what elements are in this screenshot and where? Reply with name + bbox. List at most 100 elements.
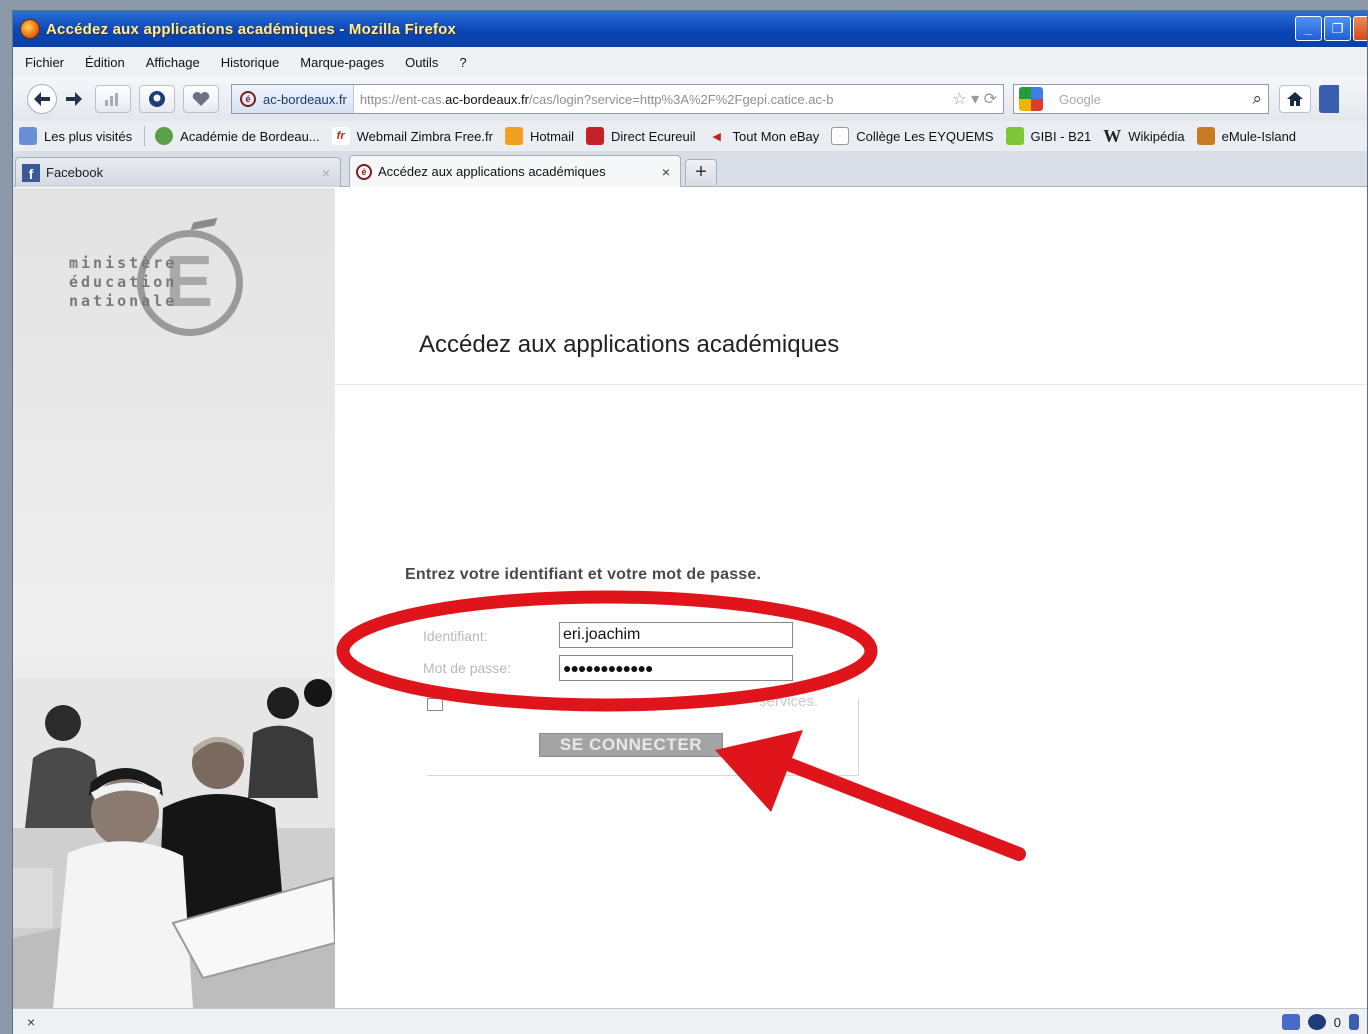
new-tab-button[interactable]: +	[685, 159, 717, 185]
tab-label: Facebook	[46, 165, 104, 180]
window-title: Accédez aux applications académiques - M…	[46, 20, 457, 38]
forward-arrow-icon	[66, 92, 82, 106]
academie-icon	[155, 127, 174, 145]
bookmark-star-icon[interactable]: ☆ ▾ ⟳	[952, 89, 997, 109]
eye-status-icon[interactable]	[1307, 1014, 1326, 1030]
username-input[interactable]: eri.joachim	[559, 622, 793, 648]
bookmark-emule[interactable]: eMule-Island	[1196, 127, 1297, 145]
close-tab-icon[interactable]: ×	[662, 164, 670, 180]
browser-window: Accédez aux applications académiques - M…	[12, 10, 1368, 1034]
logo-line: nationale	[69, 292, 178, 310]
menu-fichier[interactable]: Fichier	[25, 55, 64, 70]
free-icon: fr	[331, 127, 350, 145]
ebay-icon: ◀	[712, 130, 721, 143]
bookmark-zimbra[interactable]: fr Webmail Zimbra Free.fr	[331, 127, 493, 145]
window-controls: _ ❐	[1295, 16, 1367, 41]
site-identity-label: ac-bordeaux.fr	[263, 91, 347, 107]
heart-addon-button[interactable]	[183, 85, 219, 113]
login-form: Entrez votre identifiant et votre mot de…	[405, 566, 865, 782]
page-content: E ministère éducation nationale Accédez …	[13, 188, 1367, 1008]
bookmark-hotmail[interactable]: Hotmail	[504, 127, 575, 145]
bookmark-wikipedia[interactable]: W Wikipédia	[1103, 125, 1185, 146]
bookmark-label: Webmail Zimbra Free.fr	[356, 128, 493, 144]
page-title: Accédez aux applications académiques	[419, 331, 840, 358]
stats-button[interactable]	[95, 85, 131, 113]
maximize-button[interactable]: ❐	[1324, 16, 1351, 41]
google-icon[interactable]	[1019, 87, 1043, 111]
warn-checkbox[interactable]	[427, 698, 443, 711]
tab-academie[interactable]: é Accédez aux applications académiques ×	[349, 155, 681, 187]
menu-historique[interactable]: Historique	[221, 55, 280, 70]
tab-bar: f Facebook × é Accédez aux applications …	[13, 151, 1367, 187]
status-close-icon[interactable]: ×	[27, 1014, 35, 1030]
eye-icon	[149, 91, 165, 107]
search-icon[interactable]: ⌕	[1252, 89, 1262, 109]
logo-text: ministère éducation nationale	[69, 254, 177, 311]
minimize-button[interactable]: _	[1295, 16, 1322, 41]
tab-facebook[interactable]: f Facebook ×	[15, 157, 341, 187]
menu-help[interactable]: ?	[459, 55, 466, 70]
extension-status-icon[interactable]	[1349, 1014, 1359, 1030]
bookmark-label: Hotmail	[529, 128, 575, 144]
bookmark-label: Collège Les EYQUEMS	[856, 128, 994, 144]
search-box[interactable]: Google ⌕	[1013, 84, 1269, 114]
chat-icon[interactable]	[1281, 1014, 1300, 1030]
site-identity-icon: é	[240, 91, 256, 107]
url-path: /cas/login?service=http%3A%2F%2Fgepi.cat…	[528, 91, 834, 107]
bookmark-college[interactable]: Collège Les EYQUEMS	[831, 127, 994, 145]
bookmark-academie[interactable]: Académie de Bordeau...	[155, 127, 320, 145]
password-input[interactable]: ●●●●●●●●●●●●	[559, 655, 793, 681]
bookmark-most-visited[interactable]: Les plus visités	[19, 127, 132, 145]
page-icon	[831, 127, 850, 145]
back-button[interactable]	[27, 84, 57, 114]
close-window-button[interactable]	[1353, 16, 1367, 41]
ministry-logo: E ministère éducation nationale	[69, 206, 269, 346]
bookmark-ebay[interactable]: ◀ Tout Mon eBay	[708, 127, 820, 145]
bookmark-label: Tout Mon eBay	[732, 128, 820, 144]
url-text: https://ent-cas.ac-bordeaux.fr/cas/login…	[354, 92, 834, 107]
menu-affichage[interactable]: Affichage	[146, 55, 200, 70]
navigation-toolbar: é ac-bordeaux.fr https://ent-cas.ac-bord…	[13, 77, 1367, 121]
bookmark-gibi[interactable]: GIBI - B21	[1005, 127, 1092, 145]
left-panel: E ministère éducation nationale	[13, 188, 335, 1008]
wikipedia-icon: W	[1103, 125, 1122, 146]
bookmark-ecureuil[interactable]: Direct Ecureuil	[586, 127, 696, 145]
menu-outils[interactable]: Outils	[405, 55, 438, 70]
home-button[interactable]	[1279, 85, 1311, 113]
bookmark-label: Wikipédia	[1128, 128, 1185, 144]
search-placeholder: Google	[1059, 91, 1101, 107]
url-bar[interactable]: é ac-bordeaux.fr https://ent-cas.ac-bord…	[231, 84, 1004, 114]
addon-button[interactable]	[139, 85, 175, 113]
status-addons: 0	[1281, 1014, 1359, 1030]
status-bar: × 0	[13, 1008, 1367, 1034]
bookmark-label: Les plus visités	[44, 128, 133, 144]
facebook-icon: f	[22, 163, 40, 182]
username-label: Identifiant:	[423, 628, 488, 644]
warn-text: services.	[759, 693, 819, 710]
emule-icon	[1196, 127, 1215, 145]
classroom-photo	[13, 678, 335, 1008]
login-prompt: Entrez votre identifiant et votre mot de…	[405, 566, 762, 583]
firefox-logo-icon	[20, 19, 40, 39]
title-bar: Accédez aux applications académiques - M…	[13, 11, 1367, 47]
bookmark-label: Direct Ecureuil	[611, 128, 696, 144]
bar-chart-icon	[105, 93, 118, 106]
menu-marque-pages[interactable]: Marque-pages	[300, 55, 384, 70]
tab-label: Accédez aux applications académiques	[378, 164, 606, 179]
close-tab-icon[interactable]: ×	[322, 165, 330, 181]
forward-button[interactable]	[61, 86, 87, 112]
ecureuil-icon	[586, 127, 605, 145]
home-icon	[1287, 92, 1303, 106]
bookmark-label: GIBI - B21	[1030, 128, 1092, 144]
hotmail-icon	[504, 127, 523, 145]
bookmark-separator	[144, 126, 146, 146]
site-favicon-icon: é	[356, 163, 372, 180]
menu-edition[interactable]: Édition	[85, 55, 125, 70]
site-identity[interactable]: é ac-bordeaux.fr	[232, 85, 354, 113]
extension-icon[interactable]	[1319, 85, 1339, 113]
url-domain: ac-bordeaux.fr	[445, 91, 529, 107]
logo-line: ministère	[69, 254, 178, 272]
connect-button[interactable]: SE CONNECTER	[539, 733, 723, 757]
bookmark-label: eMule-Island	[1221, 128, 1297, 144]
logo-accent	[190, 217, 218, 231]
